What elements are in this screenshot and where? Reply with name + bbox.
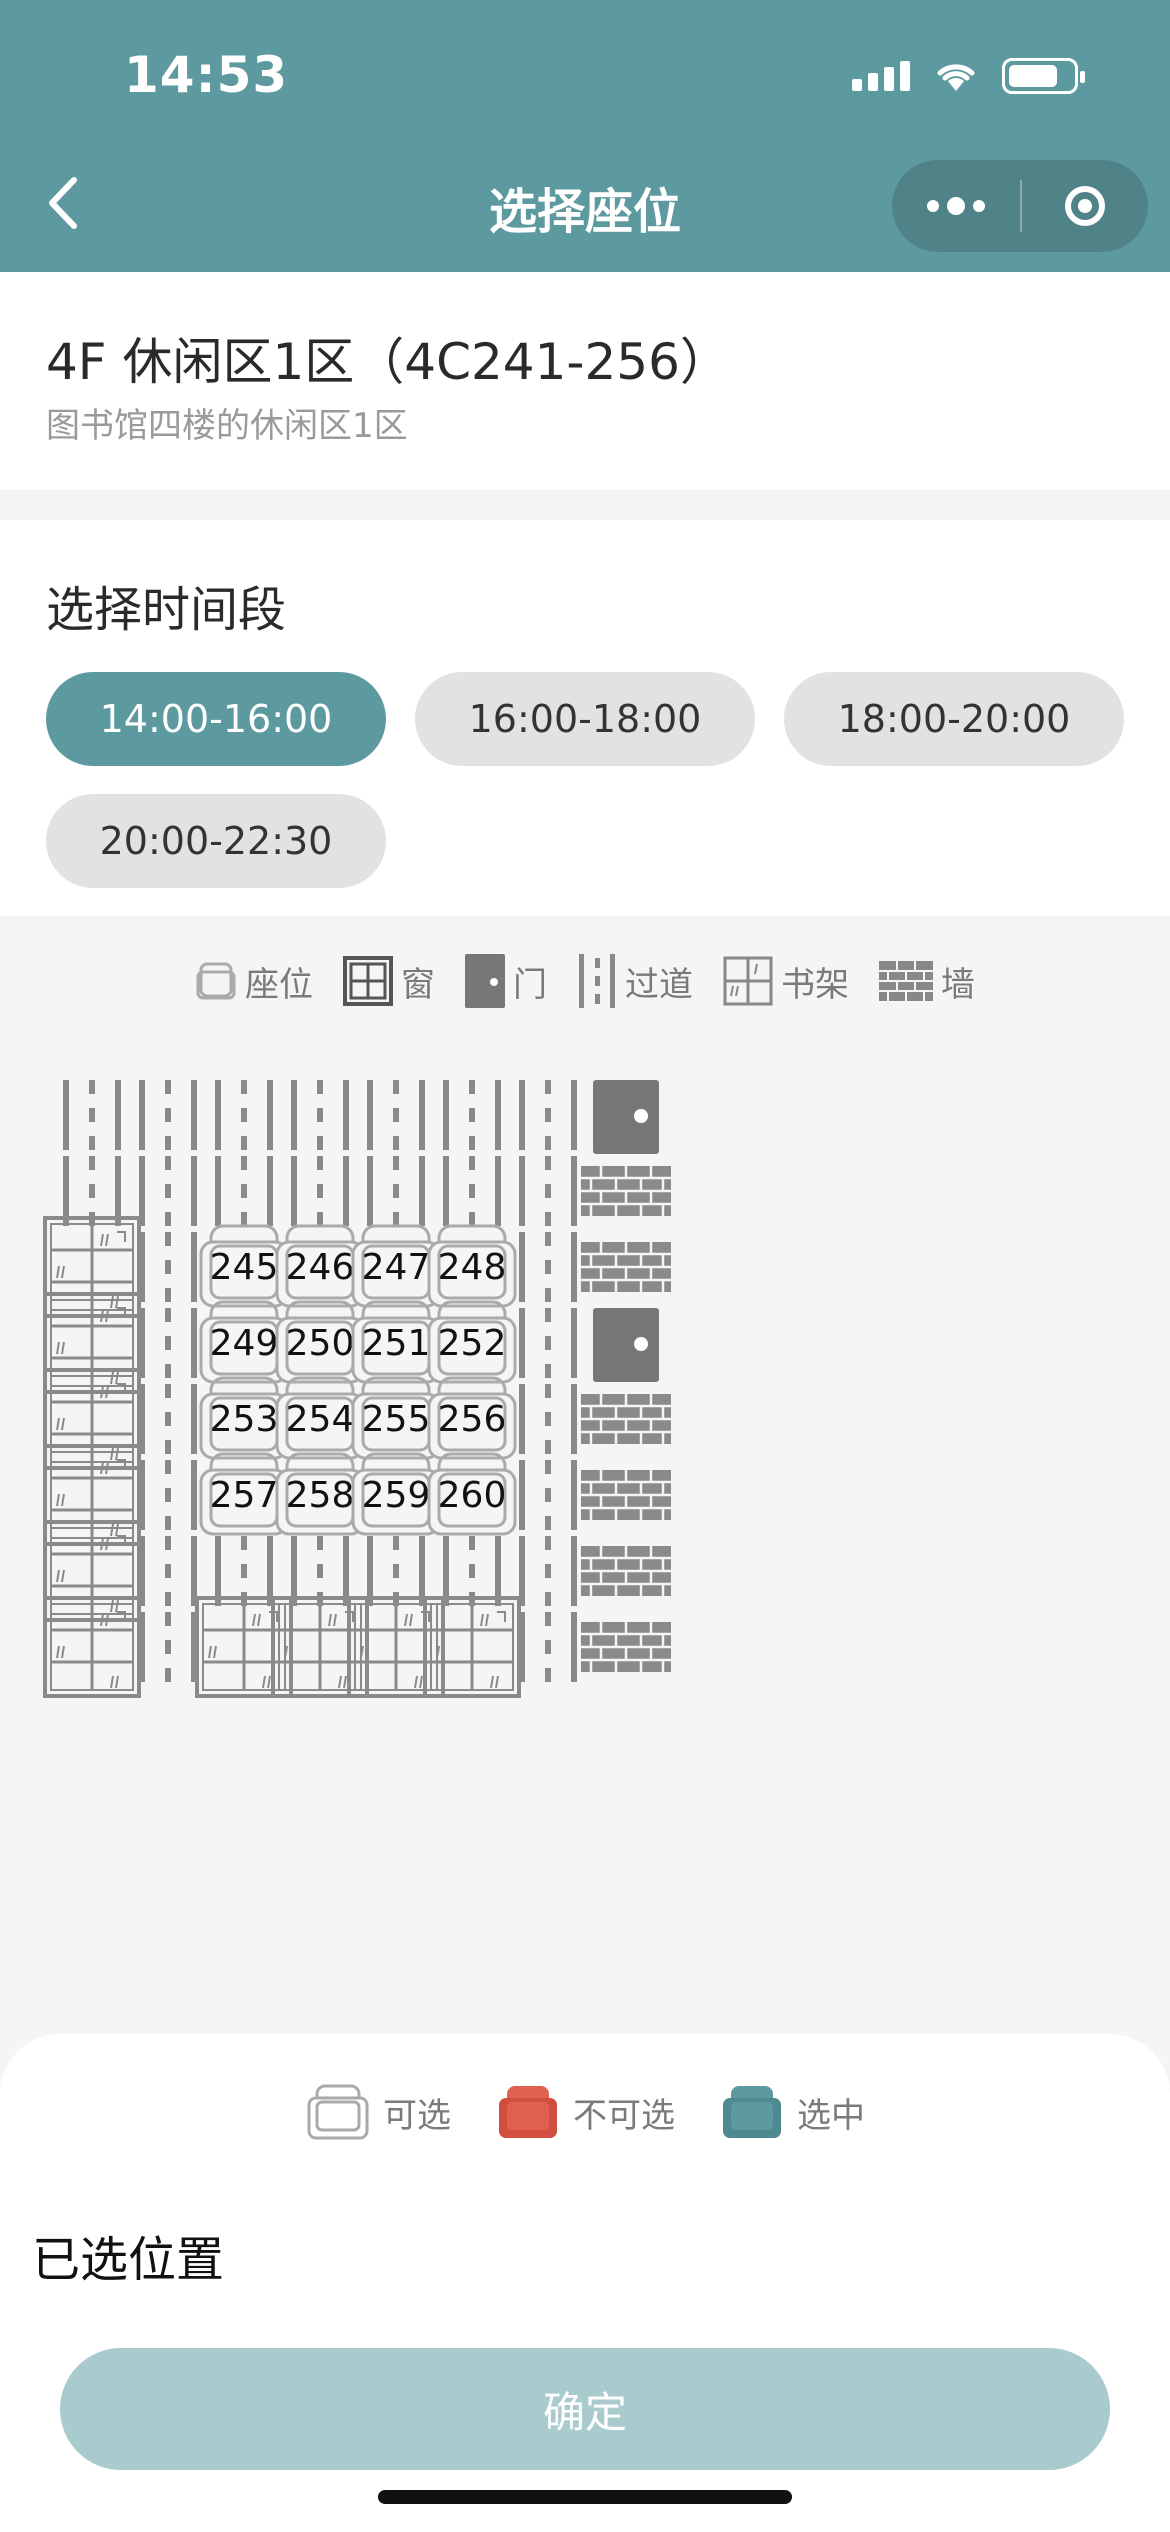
legend-door-label: 门 [513,964,547,1005]
time-slot-button[interactable]: 18:00-20:00 [784,672,1124,766]
state-unavailable-label: 不可选 [573,2095,675,2136]
brick-wall-icon [581,1622,671,1672]
time-slot-button[interactable]: 20:00-22:30 [46,794,386,888]
more-menu-button[interactable] [892,160,1020,252]
time-slot-button[interactable]: 14:00-16:00 [46,672,386,766]
mini-program-capsule [892,160,1148,252]
legend-window-label: 窗 [401,964,435,1005]
selected-position-label: 已选位置 [32,2232,225,2288]
door-icon [465,954,505,1008]
map-wall [571,1592,681,1702]
legend-wall-label: 墙 [941,964,975,1005]
legend-shelf: 书架 [723,956,849,1006]
seat-state-legend: 可选 不可选 选中 [0,2082,1170,2142]
state-selected-label: 选中 [797,2095,865,2136]
bottom-sheet: 可选 不可选 选中 已选位置 确定 [0,2034,1170,2532]
seat-map: 245 246 247 248 249 250 251 252 253 254 255 256 257 2… [0,1060,1170,2006]
bookshelf-icon [723,956,773,1006]
seat-available-icon [307,2084,369,2140]
time-slot-card: 选择时间段 14:00-16:00 16:00-18:00 18:00-20:0… [0,520,1170,916]
dot-icon [973,200,985,212]
legend-seat-label: 座位 [245,964,313,1005]
legend-seat: 座位 [195,957,313,1006]
map-legend: 座位 窗 门 过道 书架 墙 [0,946,1170,1016]
legend-wall: 墙 [879,957,975,1006]
status-icons [852,58,1085,94]
state-unavailable: 不可选 [495,2082,675,2142]
target-circle-icon [1065,186,1105,226]
wifi-icon [937,64,975,91]
seat-selected-icon [723,2086,781,2138]
signal-icon [852,61,910,91]
battery-icon [1002,58,1085,94]
time-slot-button[interactable]: 16:00-18:00 [415,672,755,766]
legend-shelf-label: 书架 [781,964,849,1005]
legend-door: 门 [465,954,547,1008]
brick-wall-icon [879,961,933,1001]
window-icon [343,956,393,1006]
legend-aisle-label: 过道 [625,964,693,1005]
time-slot-title: 选择时间段 [46,582,287,638]
legend-window: 窗 [343,956,435,1006]
status-time: 14:53 [124,46,289,104]
home-indicator [378,2490,792,2504]
state-available-label: 可选 [383,2095,451,2136]
state-selected: 选中 [719,2082,865,2142]
state-available: 可选 [305,2082,451,2142]
aisle-icon [579,954,615,1008]
area-info-card: 4F 休闲区1区（4C241-256） 图书馆四楼的休闲区1区 [0,272,1170,490]
area-title: 4F 休闲区1区（4C241-256） [46,333,730,391]
dot-icon [927,200,939,212]
dot-icon [947,197,965,215]
seat-unavailable-icon [499,2086,557,2138]
area-subtitle: 图书馆四楼的休闲区1区 [46,406,408,446]
seat-icon [196,962,236,1000]
top-bar: 14:53 选择座位 [0,0,1170,272]
confirm-button[interactable]: 确定 [60,2348,1110,2470]
legend-aisle: 过道 [577,954,693,1008]
close-mini-program-button[interactable] [1022,160,1148,252]
